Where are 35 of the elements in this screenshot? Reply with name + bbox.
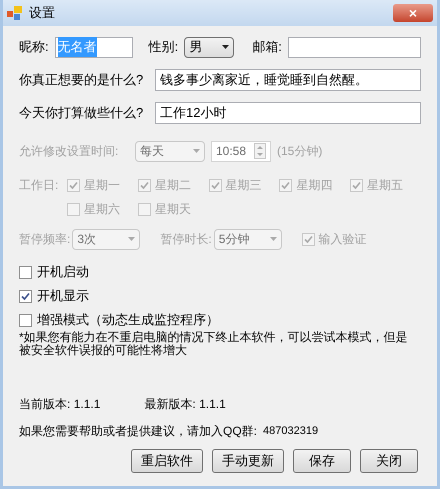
weekday-label: 星期二 bbox=[154, 177, 191, 194]
time-note: (15分钟) bbox=[277, 143, 322, 160]
window-title: 设置 bbox=[29, 4, 55, 22]
dialog-button[interactable]: 关闭 bbox=[360, 449, 418, 473]
dialog-button[interactable]: 手动更新 bbox=[212, 449, 284, 473]
weekday-label: 星期五 bbox=[367, 177, 404, 194]
verify-label: 输入验证 bbox=[318, 231, 367, 248]
weekday-label: 星期一 bbox=[84, 177, 120, 194]
nickname-value: 无名者 bbox=[58, 37, 97, 57]
schedule-label: 允许修改设置时间: bbox=[19, 143, 120, 160]
answer-field[interactable]: 钱多事少离家近，睡觉睡到自然醒。 bbox=[155, 69, 421, 91]
weekday-label: 星期天 bbox=[154, 201, 191, 218]
option-label: 开机启动 bbox=[37, 263, 89, 282]
nickname-label: 昵称: bbox=[19, 38, 49, 56]
gender-select[interactable]: 男 bbox=[184, 36, 234, 58]
help-text: 如果您需要帮助或者提供建议，请加入QQ群: bbox=[19, 423, 258, 440]
weekday-label: 星期三 bbox=[226, 177, 262, 194]
qq-group-number: 487032319 bbox=[263, 424, 318, 439]
gender-label: 性别: bbox=[148, 38, 178, 56]
email-label: 邮箱: bbox=[252, 38, 282, 56]
workdays-label: 工作日: bbox=[19, 177, 60, 194]
dialog-button[interactable]: 重启软件 bbox=[131, 449, 203, 473]
dialog-button[interactable]: 保存 bbox=[293, 449, 351, 473]
current-version: 当前版本: 1.1.1 bbox=[19, 396, 100, 413]
answer-field[interactable]: 工作12小时 bbox=[155, 102, 421, 124]
option-label: 开机显示 bbox=[37, 287, 89, 306]
pause-frequency-label: 暂停频率: bbox=[19, 231, 70, 248]
question-label: 你真正想要的是什么? bbox=[19, 71, 144, 90]
question-label: 今天你打算做些什么? bbox=[19, 104, 144, 122]
option-label: 增强模式（动态生成监控程序） bbox=[37, 311, 219, 330]
mode-note: *如果您有能力在不重启电脑的情况下终止本软件，可以尝试本模式，但是被安全软件误报的可能性将增大 bbox=[19, 331, 409, 357]
pause-duration-label: 暂停时长: bbox=[160, 231, 212, 248]
latest-version: 最新版本: 1.1.1 bbox=[144, 396, 226, 413]
weekday-label: 星期六 bbox=[84, 201, 120, 218]
weekday-label: 星期四 bbox=[296, 177, 332, 194]
